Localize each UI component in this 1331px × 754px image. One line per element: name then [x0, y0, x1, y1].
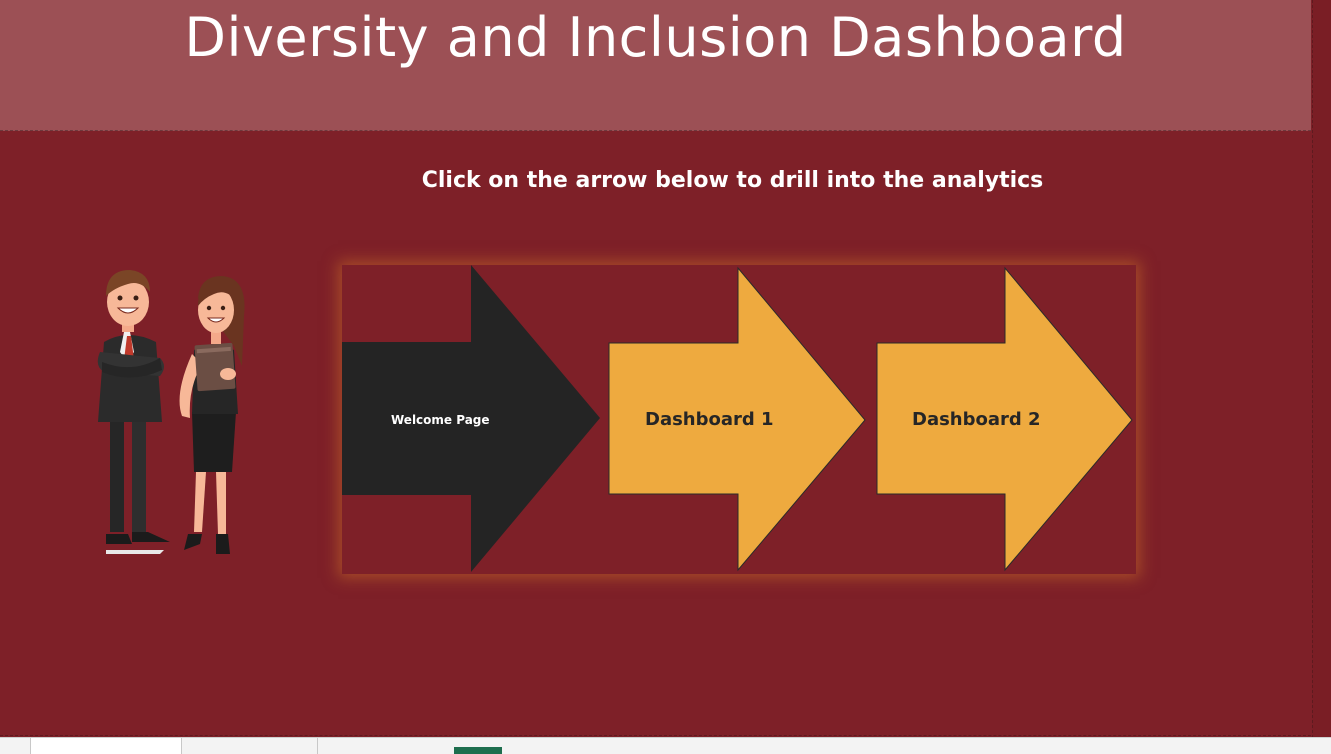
man-figure [97, 270, 170, 554]
business-people-illustration [88, 262, 258, 568]
sheet-tab-1[interactable] [30, 738, 182, 754]
sheet-tab-2[interactable] [181, 738, 318, 754]
woman-figure [179, 276, 245, 554]
dashboard-header-banner: Diversity and Inclusion Dashboard [0, 0, 1311, 131]
dashboard-1-arrow[interactable] [608, 266, 866, 572]
instruction-text: Click on the arrow below to drill into t… [421, 168, 1044, 193]
dashboard-title: Diversity and Inclusion Dashboard [184, 6, 1127, 69]
sheet-tab-bar [0, 737, 1331, 754]
dashboard-2-arrow[interactable] [876, 266, 1133, 572]
vertical-scrollbar[interactable] [1312, 0, 1331, 753]
welcome-page-arrow[interactable] [342, 265, 600, 572]
arrow-navigation-panel: Welcome Page Dashboard 1 Dashboard 2 [342, 265, 1136, 574]
